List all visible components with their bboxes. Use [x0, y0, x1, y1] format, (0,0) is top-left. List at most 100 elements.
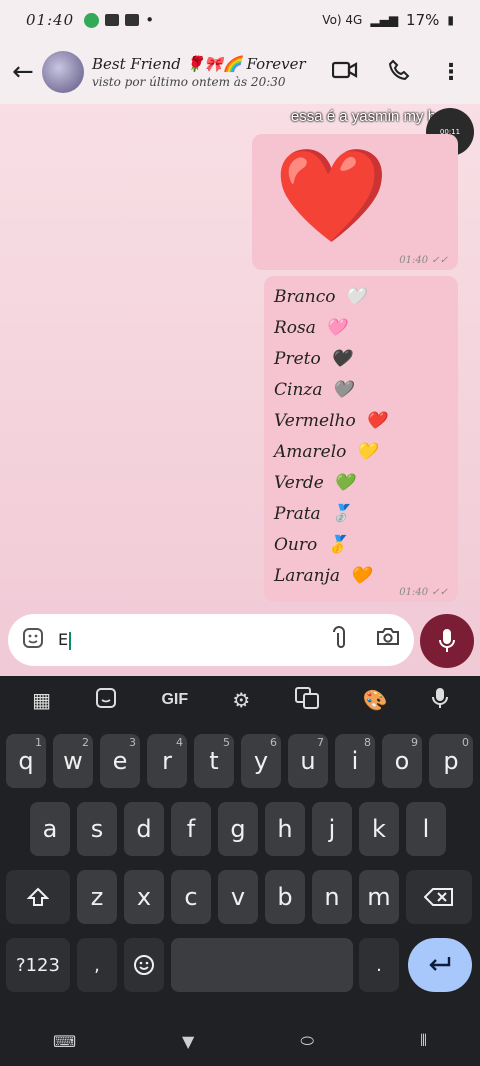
key-u[interactable]: u7: [288, 734, 328, 788]
key-p[interactable]: p0: [429, 734, 473, 788]
home-icon[interactable]: ⬭: [300, 1031, 314, 1051]
key-n[interactable]: n: [312, 870, 352, 924]
key-t[interactable]: t5: [194, 734, 234, 788]
keyboard-switch-icon[interactable]: ⌨: [53, 1032, 76, 1051]
hide-keyboard-icon[interactable]: ▼: [182, 1032, 194, 1051]
key-r[interactable]: r4: [147, 734, 187, 788]
key-y[interactable]: y6: [241, 734, 281, 788]
symbols-key[interactable]: ?123: [6, 938, 70, 992]
enter-icon: [429, 957, 451, 971]
key-v[interactable]: v: [218, 870, 258, 924]
list-item: Preto 🖤: [274, 349, 352, 369]
shift-key[interactable]: [6, 870, 70, 924]
key-g[interactable]: g: [218, 802, 258, 856]
list-item: Verde 💚: [274, 473, 355, 493]
key-b[interactable]: b: [265, 870, 305, 924]
list-item: Cinza 🩶: [274, 380, 354, 400]
key-i[interactable]: i8: [335, 734, 375, 788]
key-m[interactable]: m: [359, 870, 399, 924]
battery-icon: ▮: [447, 13, 454, 27]
battery-label: 17%: [406, 11, 440, 29]
sticker-icon[interactable]: [95, 687, 117, 714]
color-list: Branco 🤍 Rosa 🩷 Preto 🖤 Cinza 🩶 Vermelho…: [274, 282, 386, 592]
system-navigation-bar: ⌨ ▼ ⬭ ⦀: [0, 1016, 480, 1066]
phone-call-icon[interactable]: [388, 59, 410, 86]
emoji-key[interactable]: [124, 938, 164, 992]
palette-icon[interactable]: 🎨: [363, 688, 388, 712]
heart-emoji: ❤️: [274, 142, 389, 249]
more-options-icon[interactable]: ⋮: [440, 60, 462, 85]
key-s[interactable]: s: [77, 802, 117, 856]
key-w[interactable]: w2: [53, 734, 93, 788]
key-row-4: ?123 , .: [0, 938, 480, 994]
mic-icon[interactable]: [431, 687, 448, 714]
key-d[interactable]: d: [124, 802, 164, 856]
key-c[interactable]: c: [171, 870, 211, 924]
attach-icon[interactable]: [332, 625, 346, 655]
gallery-icon: [105, 14, 120, 26]
keyboard: ▦ GIF ⚙ 🎨 q1 w2 e3 r4 t5 y6 u7 i8 o9 p0 …: [0, 676, 480, 1066]
status-notification-icons: •: [84, 11, 154, 29]
message-time: 01:40 ✓✓: [399, 587, 448, 598]
recent-apps-icon[interactable]: ⦀: [420, 1031, 427, 1051]
space-key[interactable]: [171, 938, 353, 992]
last-seen-status: visto por último ontem às 20:30: [92, 75, 286, 89]
apps-grid-icon[interactable]: ▦: [32, 688, 51, 712]
voice-message-button[interactable]: [420, 614, 474, 668]
key-e[interactable]: e3: [100, 734, 140, 788]
chat-header: ← Best Friend 🌹🎀🌈 Forever visto por últi…: [0, 40, 480, 104]
key-z[interactable]: z: [77, 870, 117, 924]
enter-key[interactable]: [408, 938, 472, 992]
message-time: 01:40 ✓✓: [399, 255, 448, 266]
message-input[interactable]: E: [58, 630, 72, 650]
camera-icon[interactable]: [376, 626, 400, 655]
key-f[interactable]: f: [171, 802, 211, 856]
shift-icon: [27, 887, 49, 906]
message-bubble-color-list[interactable]: Branco 🤍 Rosa 🩷 Preto 🖤 Cinza 🩶 Vermelho…: [264, 276, 458, 602]
backspace-icon: [424, 888, 453, 906]
keyboard-toolbar: ▦ GIF ⚙ 🎨: [0, 676, 480, 724]
key-h[interactable]: h: [265, 802, 305, 856]
key-k[interactable]: k: [359, 802, 399, 856]
app-notification-icon: [84, 12, 100, 28]
status-time: 01:40: [26, 11, 75, 29]
status-system-icons: Vo) 4G ▂▄▆ 17% ▮: [322, 11, 454, 29]
gif-button[interactable]: GIF: [161, 691, 188, 709]
video-icon: [125, 14, 140, 26]
key-x[interactable]: x: [124, 870, 164, 924]
translate-icon[interactable]: [294, 686, 319, 714]
network-label: Vo) 4G: [322, 13, 363, 27]
list-item: Vermelho ❤️: [274, 411, 387, 431]
header-actions: ⋮: [331, 59, 468, 86]
back-arrow-icon[interactable]: ←: [12, 57, 36, 87]
signal-icon: ▂▄▆: [370, 13, 399, 27]
list-item: Ouro 🥇: [274, 535, 348, 555]
key-j[interactable]: j: [312, 802, 352, 856]
key-a[interactable]: a: [30, 802, 70, 856]
chat-area[interactable]: essa é a yasmin my best 🎀 00:11 ❤️ 01:40…: [0, 104, 480, 676]
contact-info[interactable]: Best Friend 🌹🎀🌈 Forever visto por último…: [92, 55, 306, 89]
message-bubble-heart[interactable]: ❤️ 01:40 ✓✓: [252, 134, 458, 270]
message-input-bar[interactable]: E: [8, 614, 414, 666]
key-row-2: a s d f g h j k l: [0, 802, 480, 858]
key-o[interactable]: o9: [382, 734, 422, 788]
gear-icon[interactable]: ⚙: [232, 688, 250, 712]
list-item: Prata 🥈: [274, 504, 352, 524]
contact-name: Best Friend 🌹🎀🌈 Forever: [92, 55, 306, 73]
avatar[interactable]: [42, 51, 84, 93]
list-item: Rosa 🩷: [274, 318, 347, 338]
backspace-key[interactable]: [406, 870, 472, 924]
emoji-icon: [134, 955, 154, 975]
input-actions: [332, 625, 400, 655]
more-dot-icon: •: [145, 11, 155, 29]
period-key[interactable]: .: [359, 938, 399, 992]
text-cursor: [69, 631, 72, 650]
video-call-icon[interactable]: [331, 60, 358, 84]
key-row-1: q1 w2 e3 r4 t5 y6 u7 i8 o9 p0: [0, 734, 480, 790]
list-item: Amarelo 💛: [274, 442, 377, 462]
sticker-icon[interactable]: [22, 627, 44, 654]
key-row-3: z x c v b n m: [0, 870, 480, 926]
comma-key[interactable]: ,: [77, 938, 117, 992]
key-q[interactable]: q1: [6, 734, 46, 788]
key-l[interactable]: l: [406, 802, 446, 856]
